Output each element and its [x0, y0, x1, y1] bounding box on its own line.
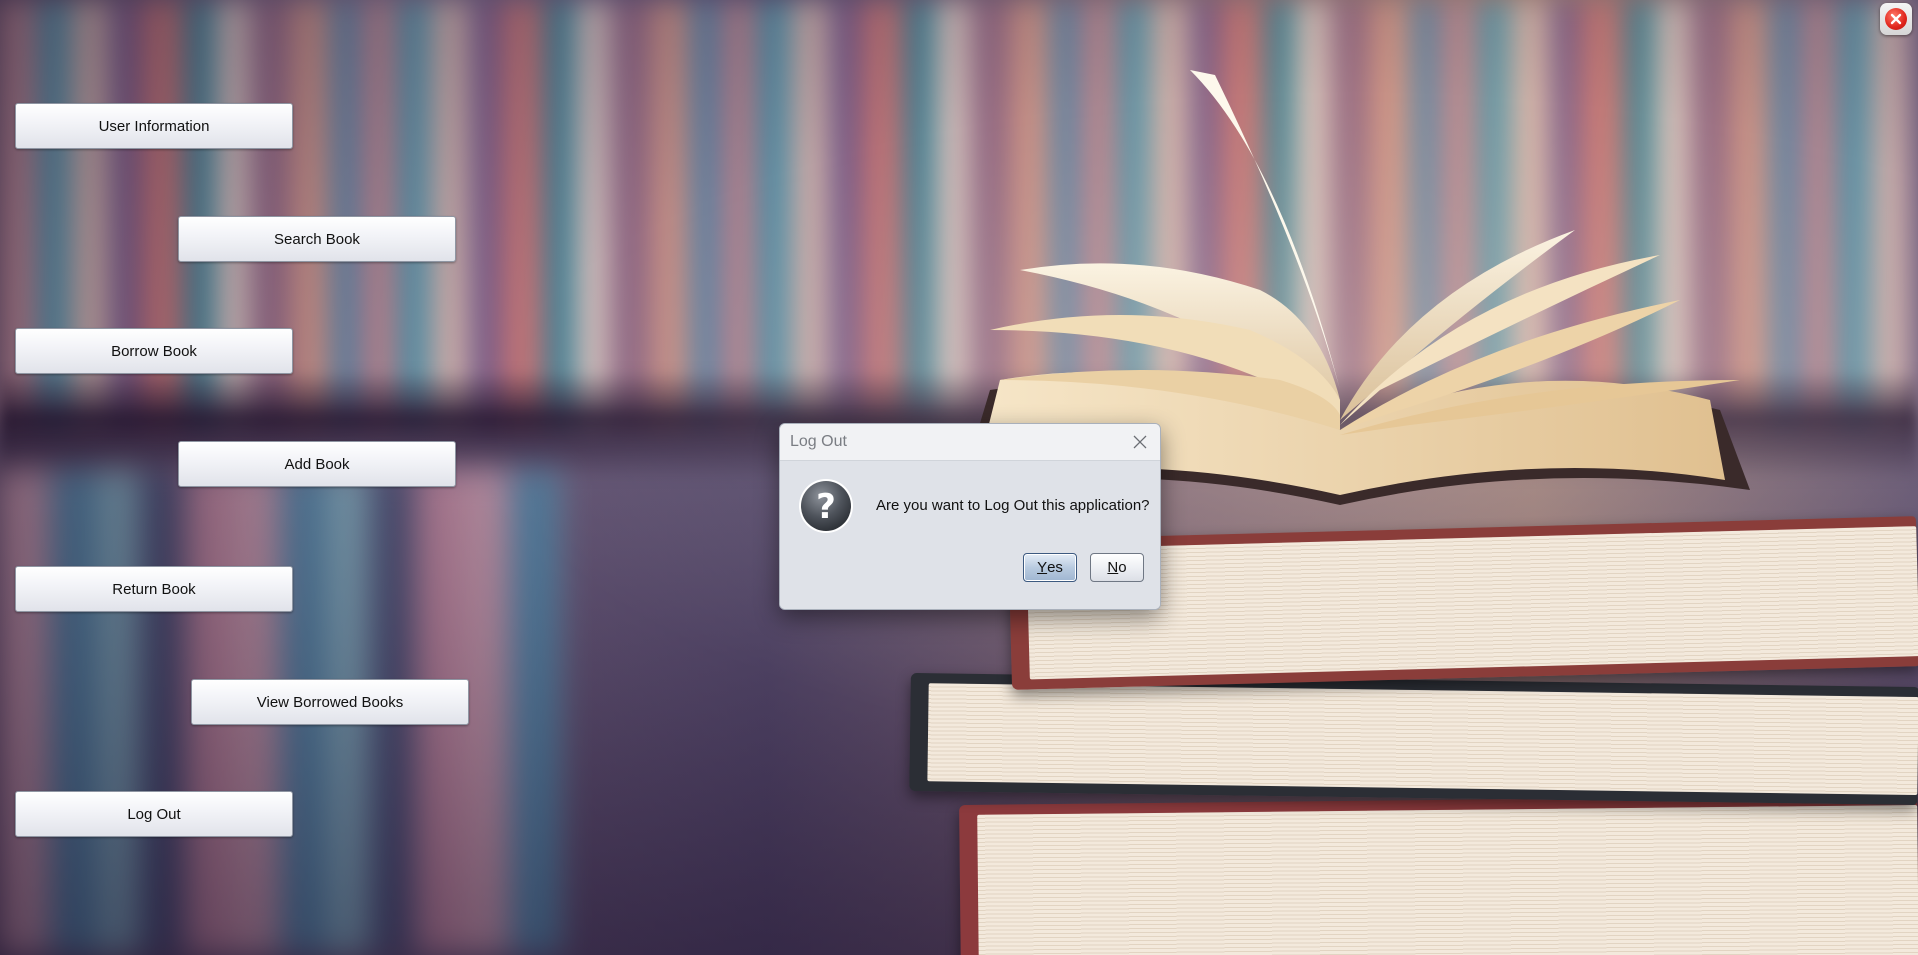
no-mnemonic: N	[1107, 559, 1119, 576]
no-button[interactable]: No	[1090, 553, 1144, 582]
user-information-button[interactable]: User Information	[15, 103, 293, 149]
search-book-label: Search Book	[274, 230, 360, 248]
return-book-button[interactable]: Return Book	[15, 566, 293, 612]
yes-label-rest: es	[1047, 559, 1063, 576]
view-borrowed-books-button[interactable]: View Borrowed Books	[191, 679, 469, 725]
borrow-book-label: Borrow Book	[111, 342, 197, 360]
question-icon: ?	[799, 479, 853, 533]
dialog-close-button[interactable]	[1128, 430, 1152, 454]
add-book-label: Add Book	[284, 455, 350, 473]
add-book-button[interactable]: Add Book	[178, 441, 456, 487]
log-out-label: Log Out	[127, 805, 181, 823]
view-borrowed-books-label: View Borrowed Books	[256, 693, 404, 711]
logout-dialog: Log Out ? Are you want to Log Out this a…	[779, 423, 1161, 610]
borrow-book-button[interactable]: Borrow Book	[15, 328, 293, 374]
dialog-titlebar: Log Out	[780, 424, 1160, 461]
log-out-button[interactable]: Log Out	[15, 791, 293, 837]
book-bottom	[959, 794, 1918, 955]
yes-button[interactable]: Yes	[1023, 553, 1077, 582]
window-close-button[interactable]	[1880, 3, 1912, 35]
close-circle-icon	[1885, 8, 1907, 30]
return-book-label: Return Book	[112, 580, 196, 598]
dialog-title: Log Out	[790, 433, 847, 450]
library-app-window: User Information Search Book Borrow Book…	[0, 0, 1918, 955]
book-middle	[909, 672, 1918, 806]
svg-text:?: ?	[816, 487, 836, 527]
user-information-label: User Information	[98, 117, 210, 135]
search-book-button[interactable]: Search Book	[178, 216, 456, 262]
dialog-message: Are you want to Log Out this application…	[876, 497, 1150, 514]
no-label-rest: o	[1118, 559, 1127, 576]
yes-mnemonic: Y	[1037, 559, 1048, 576]
dialog-body: ? Are you want to Log Out this applicati…	[780, 461, 1160, 609]
close-x-icon	[1133, 435, 1147, 449]
